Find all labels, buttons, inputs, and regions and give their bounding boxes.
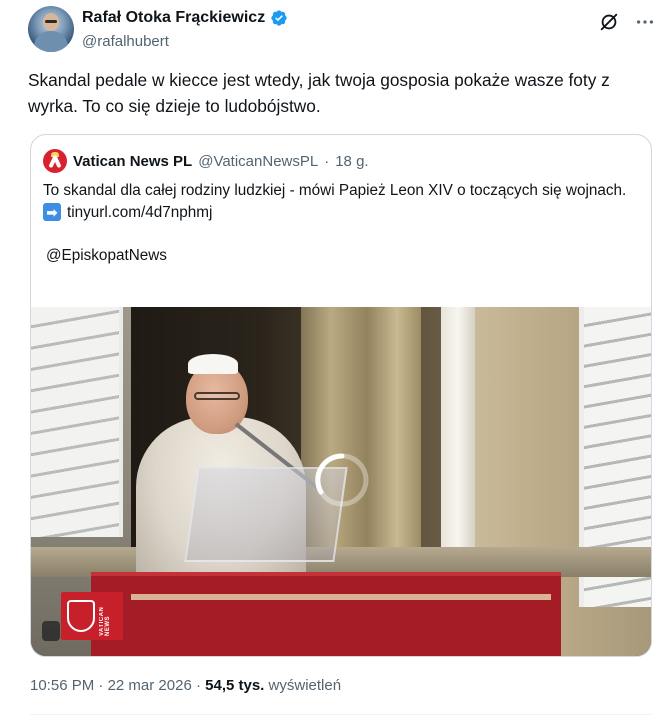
verified-badge-icon bbox=[270, 9, 288, 27]
views-label: wyświetleń bbox=[268, 677, 342, 694]
avatar-glasses bbox=[45, 20, 57, 23]
quoted-tweet[interactable]: Vatican News PL @VaticanNewsPL · 18 g. T… bbox=[30, 134, 652, 657]
logo-text: VATICAN NEWS bbox=[99, 606, 111, 636]
author-name-row[interactable]: Rafał Otoka Frąckiewicz bbox=[82, 9, 288, 27]
quoted-author-handle[interactable]: @VaticanNewsPL bbox=[198, 153, 318, 170]
grok-icon[interactable] bbox=[598, 11, 620, 33]
quoted-text-line: To skandal dla całej rodziny ludzkiej - … bbox=[43, 182, 627, 199]
tweet: Rafał Otoka Frąckiewicz @rafalhubert Ska… bbox=[0, 0, 667, 725]
divider bbox=[30, 714, 652, 715]
more-options-icon[interactable] bbox=[634, 11, 656, 33]
avatar-shirt bbox=[34, 31, 68, 52]
quoted-link[interactable]: tinyurl.com/4d7nphmj bbox=[67, 202, 212, 224]
video-player[interactable]: VATICAN NEWS bbox=[31, 307, 651, 656]
drape-stripe bbox=[131, 594, 551, 600]
avatar-key-right bbox=[52, 154, 62, 169]
footer-separator: · bbox=[98, 677, 104, 694]
video-figure-glasses bbox=[194, 392, 240, 400]
footer-separator-2: · bbox=[195, 677, 201, 694]
quoted-link-row: ➡ tinyurl.com/4d7nphmj bbox=[43, 202, 643, 224]
video-figure-cap bbox=[188, 354, 238, 374]
video-shutter-left bbox=[31, 307, 123, 537]
views-count: 54,5 tys. bbox=[205, 677, 265, 694]
tweet-time[interactable]: 10:56 PM bbox=[30, 677, 94, 694]
author-avatar[interactable] bbox=[28, 6, 74, 52]
stop-icon[interactable] bbox=[42, 621, 60, 641]
author-handle[interactable]: @rafalhubert bbox=[82, 33, 169, 50]
video-balcony-drape bbox=[91, 572, 561, 656]
tweet-date[interactable]: 22 mar 2026 bbox=[108, 677, 192, 694]
tweet-footer: 10:56 PM · 22 mar 2026 · 54,5 tys. wyświ… bbox=[30, 677, 341, 694]
tweet-header: Rafał Otoka Frąckiewicz @rafalhubert bbox=[28, 6, 658, 56]
quoted-author-avatar[interactable] bbox=[43, 149, 67, 173]
tweet-text: Skandal pedale w kiecce jest wtedy, jak … bbox=[28, 70, 610, 116]
quoted-timestamp[interactable]: 18 g. bbox=[335, 153, 368, 170]
quoted-tweet-text: To skandal dla całej rodziny ludzkiej - … bbox=[43, 180, 643, 267]
quoted-tweet-header: Vatican News PL @VaticanNewsPL · 18 g. bbox=[43, 149, 369, 173]
arrow-right-icon: ➡ bbox=[43, 203, 61, 222]
author-name[interactable]: Rafał Otoka Frąckiewicz bbox=[82, 9, 265, 27]
logo-emblem bbox=[67, 600, 95, 632]
vatican-news-logo: VATICAN NEWS bbox=[61, 592, 123, 640]
quoted-separator: · bbox=[324, 152, 330, 170]
quoted-mention[interactable]: @EpiskopatNews bbox=[43, 245, 643, 267]
quoted-author-name[interactable]: Vatican News PL bbox=[73, 153, 192, 170]
header-actions bbox=[598, 11, 656, 33]
loading-spinner-icon bbox=[315, 453, 369, 507]
